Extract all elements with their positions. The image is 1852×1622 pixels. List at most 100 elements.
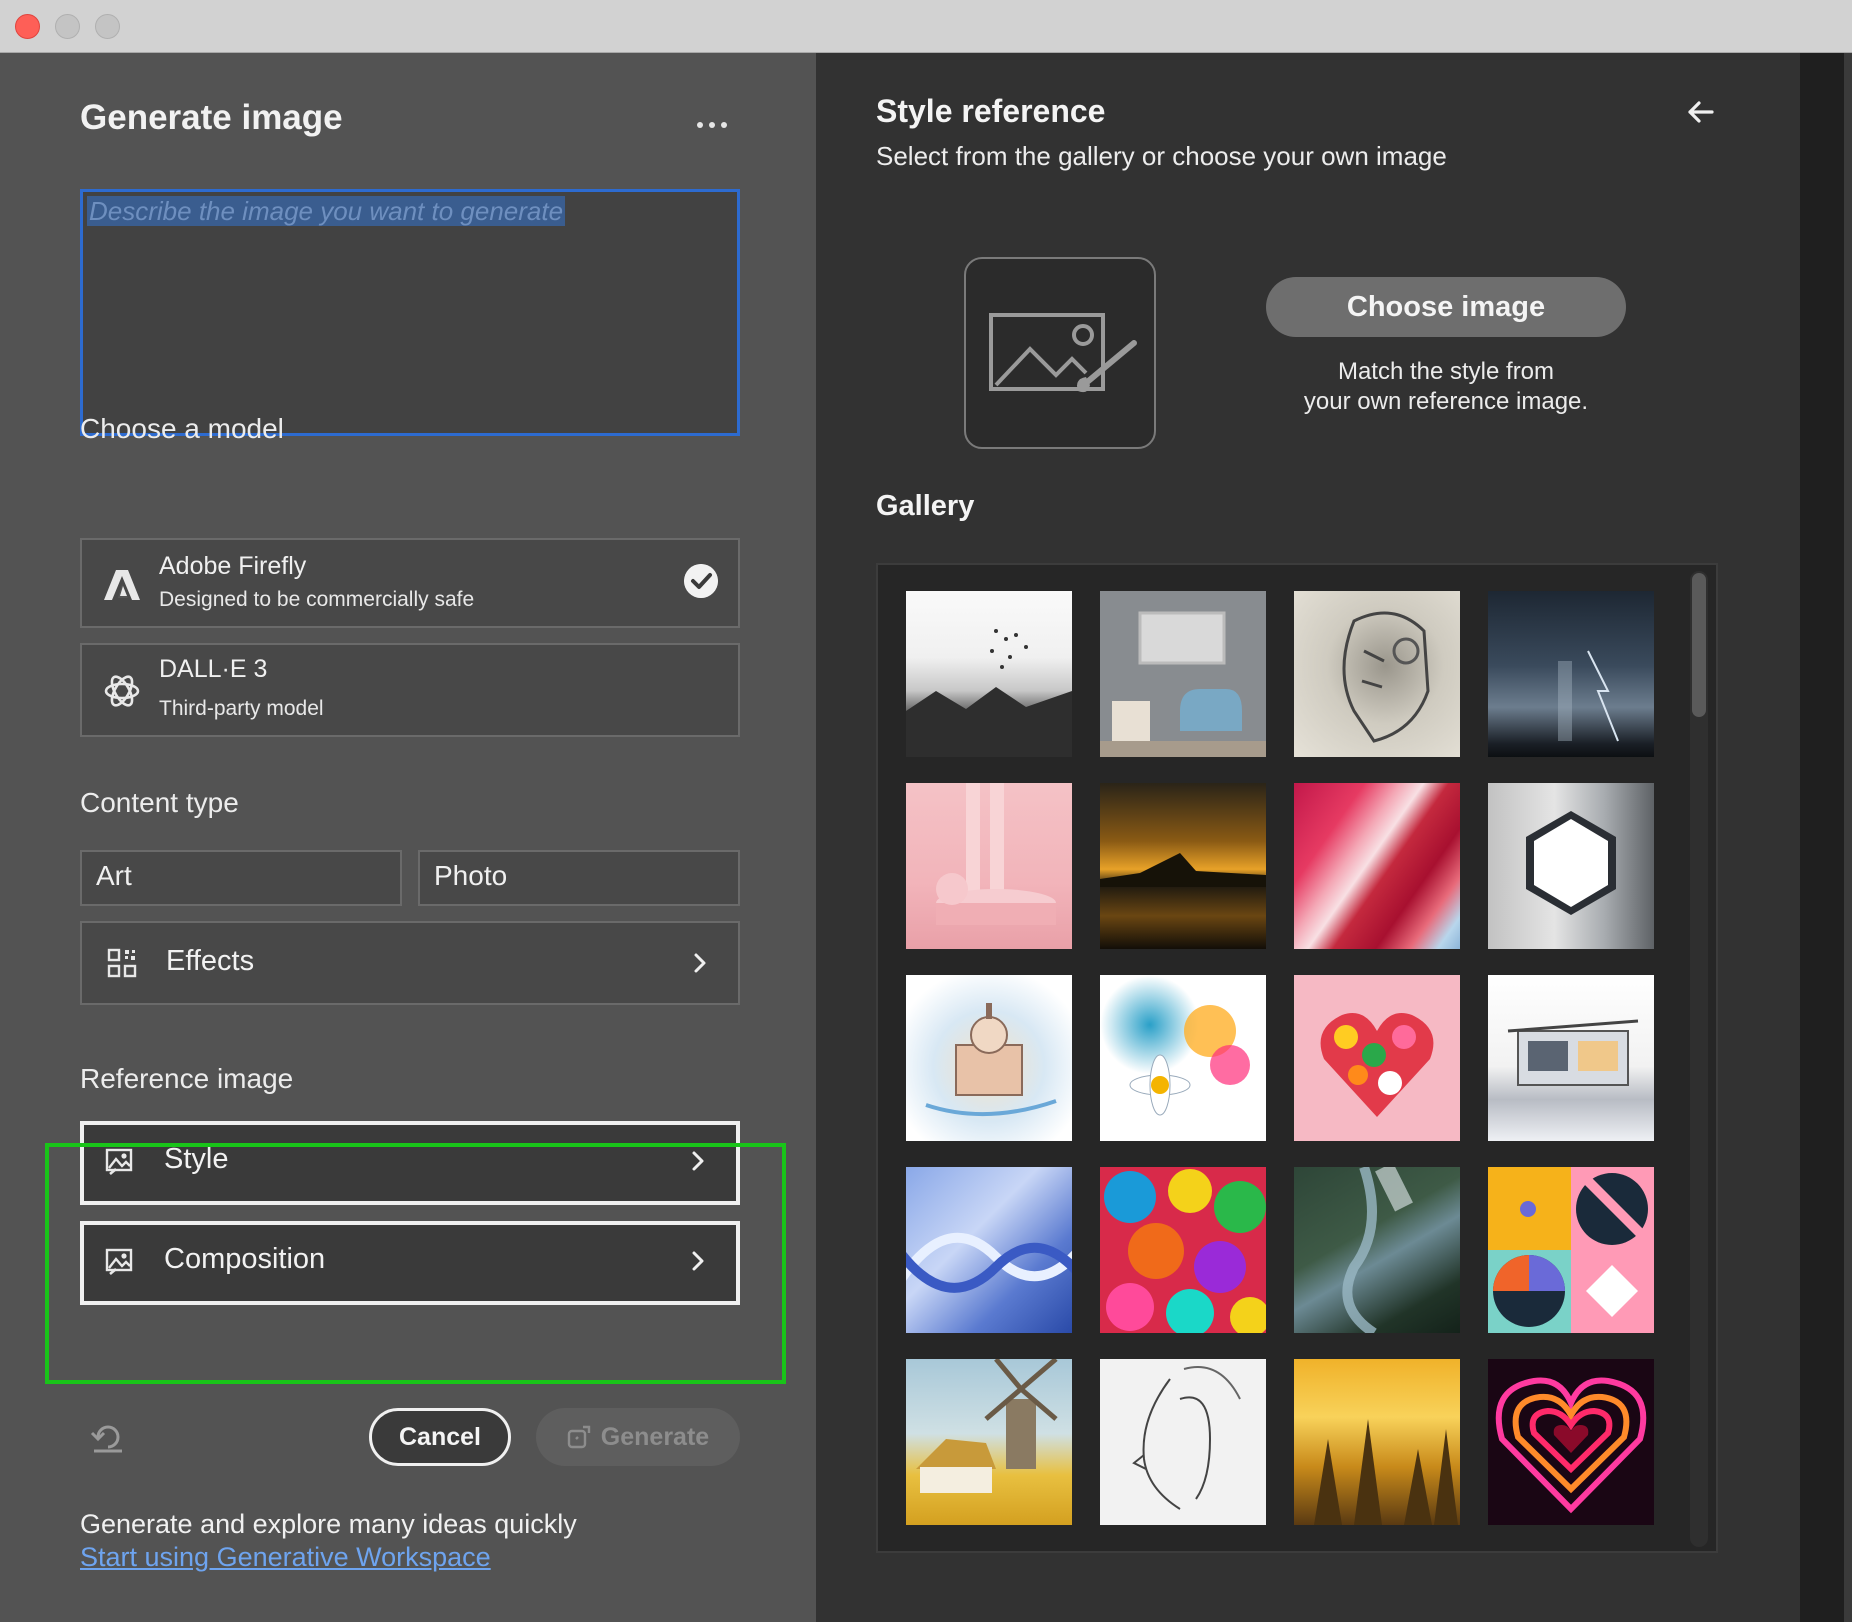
reference-image-label: Reference image	[80, 1063, 294, 1094]
style-reference-subtitle: Select from the gallery or choose your o…	[876, 141, 1447, 171]
room-chair-art	[1100, 611, 1266, 757]
generate-icon	[567, 1425, 590, 1449]
gallery-item-ink-mountains[interactable]	[906, 591, 1072, 757]
neon-heart-art	[1495, 1377, 1647, 1514]
style-label: Style	[164, 1143, 229, 1175]
model-option-adobe-firefly[interactable]: Adobe Firefly Designed to be commerciall…	[80, 538, 740, 628]
style-reference-title: Style reference	[876, 93, 1106, 129]
back-arrow-icon[interactable]	[1686, 97, 1716, 127]
openai-logo-icon	[104, 675, 140, 707]
gallery-item-sketch-robot[interactable]	[1294, 591, 1460, 757]
gallery-item-watercolor-cathedral[interactable]	[906, 975, 1072, 1141]
generate-image-panel: Generate image Describe the image you wa…	[0, 53, 816, 1622]
model-name: Adobe Firefly	[159, 552, 307, 580]
effects-button[interactable]: Effects	[80, 921, 740, 1005]
content-type-label: Content type	[80, 787, 239, 818]
gallery-item-pencil-face[interactable]	[1100, 1359, 1266, 1525]
gallery-container	[876, 563, 1718, 1553]
chevron-right-icon	[692, 1251, 704, 1271]
content-type-photo-button[interactable]: Photo	[418, 850, 740, 906]
reset-icon[interactable]	[88, 1417, 128, 1457]
more-dot	[721, 122, 727, 128]
gallery-item-windmill[interactable]	[906, 1359, 1072, 1525]
hexagon-art	[1526, 811, 1616, 915]
podium-art	[936, 783, 1056, 925]
model-description: Third-party model	[159, 697, 324, 720]
gallery-item-geometric[interactable]	[1488, 1167, 1654, 1333]
image-reference-icon	[105, 1148, 133, 1175]
gallery-grid	[906, 591, 1654, 1525]
choose-image-button[interactable]: Choose image	[1266, 277, 1626, 337]
chevron-right-icon	[694, 953, 706, 973]
geometric-art	[1488, 1167, 1654, 1333]
trees-art	[1314, 1419, 1458, 1525]
style-reference-panel: Style reference Select from the gallery …	[816, 53, 1800, 1622]
gallery-scrollbar[interactable]	[1690, 571, 1708, 1547]
window-edge-right	[1844, 53, 1852, 1622]
prompt-textarea[interactable]: Describe the image you want to generate	[80, 189, 740, 436]
choose-image-hint: Match the style from your own reference …	[1266, 357, 1626, 417]
more-options-button[interactable]	[690, 115, 734, 135]
robot-head-art	[1342, 611, 1430, 743]
gallery-item-sketch-house[interactable]	[1488, 975, 1654, 1141]
cathedral-art	[925, 1003, 1057, 1117]
composition-label: Composition	[164, 1243, 326, 1275]
model-name: DALL·E 3	[159, 655, 268, 683]
cancel-button[interactable]: Cancel	[369, 1408, 511, 1466]
effects-grid-icon	[107, 948, 137, 978]
dna-art	[906, 1232, 1072, 1293]
more-dot	[709, 122, 715, 128]
chevron-right-icon	[692, 1151, 704, 1171]
prompt-placeholder: Describe the image you want to generate	[87, 196, 566, 226]
more-dots-icon	[697, 122, 703, 128]
river-art	[1342, 1167, 1413, 1333]
gallery-item-neon-heart[interactable]	[1488, 1359, 1654, 1525]
content-type-art-button[interactable]: Art	[80, 850, 402, 906]
gallery-item-foggy-forest[interactable]	[1294, 1359, 1460, 1525]
window-titlebar	[0, 0, 1852, 53]
window-edge	[1800, 53, 1844, 1622]
effects-label: Effects	[166, 945, 255, 977]
composition-reference-button[interactable]: Composition	[80, 1221, 740, 1305]
gallery-item-hexagon[interactable]	[1488, 783, 1654, 949]
gallery-item-watercolor-daisies[interactable]	[1100, 975, 1266, 1141]
generate-label: Generate	[600, 1422, 710, 1451]
house-art	[1507, 1019, 1639, 1086]
gallery-item-starry-lake[interactable]	[1100, 783, 1266, 949]
model-description: Designed to be commercially safe	[159, 588, 475, 611]
lightning-art	[1558, 650, 1619, 742]
hint-line-1: Match the style from	[1337, 358, 1555, 385]
style-reference-button[interactable]: Style	[80, 1121, 740, 1205]
gallery-item-flower-heart[interactable]	[1294, 975, 1460, 1141]
close-window-button[interactable]	[15, 14, 40, 39]
gallery-item-pink-podium[interactable]	[906, 783, 1072, 949]
panel-title: Generate image	[80, 98, 343, 137]
generative-workspace-link[interactable]: Start using Generative Workspace	[80, 1542, 491, 1573]
gallery-label: Gallery	[876, 490, 975, 522]
gallery-scroll-thumb[interactable]	[1692, 573, 1706, 717]
gallery-item-red-fabric[interactable]	[1294, 783, 1460, 949]
image-reference-icon	[105, 1248, 133, 1275]
model-option-dall-e-3[interactable]: DALL·E 3 Third-party model	[80, 643, 740, 737]
daisy-art	[1129, 1005, 1250, 1116]
model-section-label: Choose a model	[80, 413, 284, 444]
generate-button[interactable]: Generate	[536, 1408, 740, 1466]
adobe-logo-icon	[104, 570, 140, 600]
gallery-item-dna[interactable]	[906, 1167, 1072, 1333]
minimize-window-button[interactable]	[55, 14, 80, 39]
mountain-silhouette	[1100, 853, 1266, 887]
selected-check-icon	[684, 564, 718, 598]
gallery-item-rosettes[interactable]	[1100, 1167, 1266, 1333]
birds-icon	[906, 629, 1072, 757]
gallery-item-storm[interactable]	[1488, 591, 1654, 757]
face-sketch-art	[1132, 1366, 1241, 1510]
zoom-window-button[interactable]	[95, 14, 120, 39]
footer-text: Generate and explore many ideas quickly	[80, 1509, 577, 1539]
gallery-item-room-chair[interactable]	[1100, 591, 1266, 757]
image-brush-icon	[989, 313, 1137, 393]
reference-image-placeholder[interactable]	[964, 257, 1156, 449]
rosettes-art	[1104, 1169, 1266, 1333]
hint-line-2: your own reference image.	[1303, 388, 1589, 415]
flower-heart-art	[1320, 1013, 1434, 1117]
gallery-item-river-valley[interactable]	[1294, 1167, 1460, 1333]
